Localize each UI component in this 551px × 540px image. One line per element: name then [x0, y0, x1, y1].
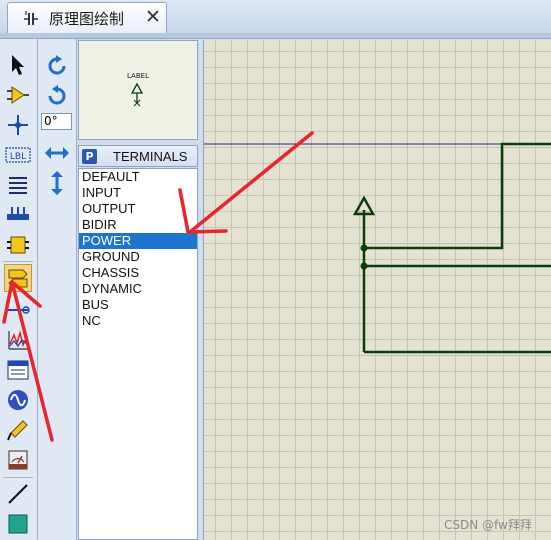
- terminals-panel-header: P TERMINALS: [78, 145, 198, 167]
- schematic-canvas[interactable]: [203, 40, 551, 540]
- schematic-tab[interactable]: 原理图绘制 ✕: [7, 2, 167, 33]
- subcircuit-icon[interactable]: [4, 231, 32, 259]
- junction-dot: [360, 244, 368, 252]
- flip-horizontal-icon[interactable]: [43, 139, 71, 167]
- terminal-item-ground[interactable]: GROUND: [79, 249, 197, 265]
- select-arrow-icon[interactable]: [4, 51, 32, 79]
- toolbar-divider: [3, 477, 33, 478]
- terminal-item-chassis[interactable]: CHASSIS: [79, 265, 197, 281]
- watermark: CSDN @fw拜拜: [444, 518, 532, 532]
- wire-label-text: LBL: [10, 152, 26, 162]
- toolbar-strip: [0, 33, 551, 39]
- pin-icon[interactable]: [4, 296, 32, 324]
- terminal-item-dynamic[interactable]: DYNAMIC: [79, 281, 197, 297]
- terminal-item-bidir[interactable]: BIDIR: [79, 217, 197, 233]
- document-tab-bar: 原理图绘制 ✕: [0, 0, 551, 34]
- orientation-toolbar: 0°: [38, 39, 77, 540]
- text-script-icon[interactable]: [4, 171, 32, 199]
- wire-net-1: [364, 142, 551, 250]
- component-icon[interactable]: [4, 81, 32, 109]
- close-icon[interactable]: ✕: [145, 6, 161, 28]
- terminal-icon[interactable]: [4, 264, 32, 292]
- instrument-icon[interactable]: [4, 446, 32, 474]
- terminal-item-default[interactable]: DEFAULT: [79, 169, 197, 185]
- schematic-icon: [22, 10, 40, 32]
- schematic-drawing: [204, 142, 551, 354]
- graph-icon[interactable]: [4, 326, 32, 354]
- preview-label: LABEL: [127, 72, 149, 80]
- tab-title: 原理图绘制: [49, 10, 125, 28]
- terminal-item-nc[interactable]: NC: [79, 313, 197, 329]
- generator-icon[interactable]: [4, 386, 32, 414]
- flip-vertical-icon[interactable]: [43, 169, 71, 197]
- pick-button[interactable]: P: [82, 149, 97, 164]
- terminals-list: DEFAULT INPUT OUTPUT BIDIR POWER GROUND CHASSI…: [78, 168, 198, 540]
- line-icon[interactable]: [4, 480, 32, 508]
- terminal-item-power[interactable]: POWER: [79, 233, 197, 249]
- wire-label-icon[interactable]: LBL: [4, 141, 32, 169]
- mode-toolbar: LBL: [0, 39, 38, 540]
- tape-icon[interactable]: [4, 356, 32, 384]
- toolbar-divider: [3, 261, 33, 262]
- junction-dot: [360, 262, 368, 270]
- object-preview: LABEL: [78, 40, 198, 140]
- junction-icon[interactable]: [4, 111, 32, 139]
- terminal-item-bus[interactable]: BUS: [79, 297, 197, 313]
- terminal-item-input[interactable]: INPUT: [79, 185, 197, 201]
- terminal-item-output[interactable]: OUTPUT: [79, 201, 197, 217]
- rotate-anticlockwise-icon[interactable]: [43, 82, 71, 110]
- probe-icon[interactable]: [4, 416, 32, 444]
- rotation-angle-field[interactable]: 0°: [41, 113, 72, 130]
- terminals-title: TERMINALS: [113, 149, 188, 164]
- rotate-clockwise-icon[interactable]: [43, 52, 71, 80]
- bus-icon[interactable]: [4, 201, 32, 229]
- box-icon[interactable]: [4, 510, 32, 538]
- power-terminal-preview-icon: [130, 82, 144, 107]
